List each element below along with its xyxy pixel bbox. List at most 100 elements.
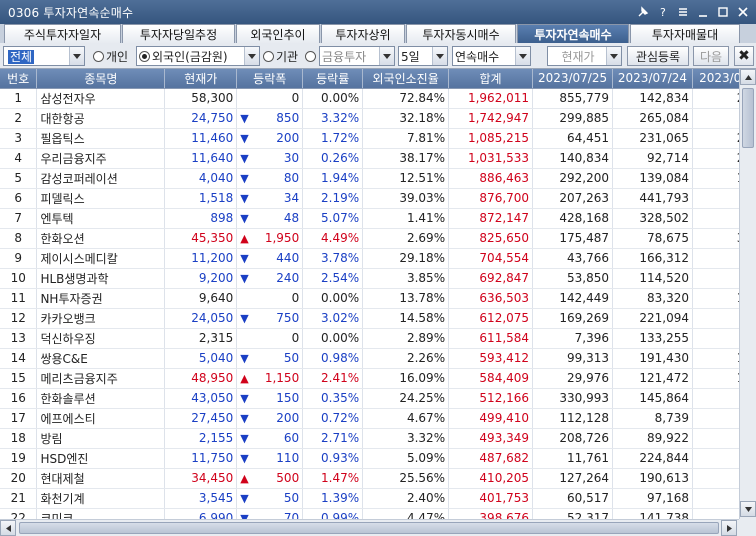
- radio-dot-individual[interactable]: [93, 50, 104, 62]
- inst-type-select[interactable]: 금융투자: [319, 46, 395, 66]
- minimize-icon[interactable]: [694, 3, 712, 21]
- cell-name[interactable]: 방림: [36, 428, 166, 449]
- chevron-down-icon[interactable]: [606, 47, 621, 65]
- col-header-date-1[interactable]: 2023/07/25: [532, 69, 614, 89]
- cell-name[interactable]: 감성코퍼레이션: [36, 168, 166, 189]
- cell-name[interactable]: 필옵틱스: [36, 128, 166, 149]
- table-row[interactable]: 3 필옵틱스 11,460 ▼ 200 1.72% 7.81% 1,085,215 64,451…: [0, 128, 756, 149]
- col-header-exhaust[interactable]: 외국인소진율: [362, 69, 450, 89]
- maximize-icon[interactable]: [714, 3, 732, 21]
- cell-name[interactable]: HLB생명과학: [36, 268, 166, 289]
- scroll-up-button[interactable]: [740, 69, 756, 85]
- table-row[interactable]: 10 HLB생명과학 9,200 ▼ 240 2.54% 3.85% 692,847 53,85…: [0, 268, 756, 289]
- cell-name[interactable]: 제이시스메디칼: [36, 248, 166, 269]
- col-header-rate[interactable]: 등락률: [302, 69, 364, 89]
- table-row[interactable]: 19 HSD엔진 11,750 ▼ 110 0.93% 5.09% 487,682 11,761…: [0, 448, 756, 469]
- tab-investor-daily[interactable]: 주식투자자일자: [4, 24, 121, 43]
- table-row[interactable]: 2 대한항공 24,750 ▼ 850 3.32% 32.18% 1,742,947 299,8…: [0, 108, 756, 129]
- table-row[interactable]: 13 덕신하우징 2,315 0 0.00% 2.89% 611,584 7,396 133,2…: [0, 328, 756, 349]
- table-row[interactable]: 8 한화오션 45,350 ▲ 1,950 4.49% 2.69% 825,650 175,48…: [0, 228, 756, 249]
- horizontal-scrollbar[interactable]: [0, 519, 739, 536]
- cell-name[interactable]: 에프에스티: [36, 408, 166, 429]
- table-row[interactable]: 14 쌍용C&E 5,040 ▼ 50 0.98% 2.26% 593,412 99,313 19…: [0, 348, 756, 369]
- table-row[interactable]: 7 엔투텍 898 ▼ 48 5.07% 1.41% 872,147 428,168 328,50…: [0, 208, 756, 229]
- radio-institution[interactable]: 기관: [263, 46, 298, 66]
- tab-investor-estimate[interactable]: 투자자당일추정: [122, 24, 235, 43]
- vertical-scroll-thumb[interactable]: [742, 88, 754, 148]
- table-row[interactable]: 11 NH투자증권 9,640 0 0.00% 13.78% 636,503 142,449 8…: [0, 288, 756, 309]
- radio-dot-institution[interactable]: [263, 50, 274, 62]
- chevron-down-icon[interactable]: [244, 47, 259, 65]
- cell-name[interactable]: 카카오뱅크: [36, 308, 166, 329]
- market-select[interactable]: 전체: [3, 46, 85, 66]
- cell-name[interactable]: 덕신하우징: [36, 328, 166, 349]
- table-row[interactable]: 12 카카오뱅크 24,050 ▼ 750 3.02% 14.58% 612,075 169,2…: [0, 308, 756, 329]
- tab-investor-supply[interactable]: 투자자매물대: [630, 24, 740, 43]
- cell-name[interactable]: 쌍용C&E: [36, 348, 166, 369]
- table-row[interactable]: 5 감성코퍼레이션 4,040 ▼ 80 1.94% 12.51% 886,463 292,20…: [0, 168, 756, 189]
- radio-dot-foreign[interactable]: [139, 50, 150, 62]
- scroll-down-button[interactable]: [740, 501, 756, 517]
- cell-name[interactable]: 대한항공: [36, 108, 166, 129]
- cell-rate: 4.49%: [302, 228, 364, 249]
- cell-name[interactable]: 한화오션: [36, 228, 166, 249]
- horizontal-scroll-thumb[interactable]: [19, 522, 719, 534]
- table-row[interactable]: 17 에프에스티 27,450 ▼ 200 0.72% 4.67% 499,410 112,12…: [0, 408, 756, 429]
- table-row[interactable]: 20 현대제철 34,450 ▲ 500 1.47% 25.56% 410,205 127,26…: [0, 468, 756, 489]
- table-row[interactable]: 16 한화솔루션 43,050 ▼ 150 0.35% 24.25% 512,166 330,9…: [0, 388, 756, 409]
- mode-select[interactable]: 연속매수: [452, 46, 531, 66]
- chevron-down-icon[interactable]: [379, 47, 394, 65]
- cell-name[interactable]: 현대제철: [36, 468, 166, 489]
- period-select[interactable]: 5일: [398, 46, 448, 66]
- menu-icon[interactable]: [674, 3, 692, 21]
- cell-name[interactable]: 우리금융지주: [36, 148, 166, 169]
- table-row[interactable]: 6 피델릭스 1,518 ▼ 34 2.19% 39.03% 876,700 207,263 44…: [0, 188, 756, 209]
- next-button[interactable]: 다음: [693, 46, 729, 66]
- cell-price: 11,200: [164, 248, 238, 269]
- col-header-date-2[interactable]: 2023/07/24: [612, 69, 693, 89]
- tab-investor-concurrent[interactable]: 투자자동시매수: [406, 24, 516, 43]
- pin-icon[interactable]: [634, 3, 652, 21]
- table-row[interactable]: 21 화천기계 3,545 ▼ 50 1.39% 2.40% 401,753 60,517 97,…: [0, 488, 756, 509]
- tab-foreign-trend[interactable]: 외국인추이: [236, 24, 320, 43]
- tab-investor-consecutive[interactable]: 투자자연속매수: [517, 24, 629, 43]
- chevron-down-icon[interactable]: [69, 47, 84, 65]
- chevron-down-icon[interactable]: [432, 47, 447, 65]
- scroll-left-button[interactable]: [0, 520, 16, 536]
- cell-name[interactable]: 한화솔루션: [36, 388, 166, 409]
- price-sort-select[interactable]: 현재가: [547, 46, 622, 66]
- foreign-select[interactable]: 외국인(금감원): [136, 46, 260, 66]
- radio-individual[interactable]: 개인: [93, 46, 128, 66]
- scroll-right-button[interactable]: [721, 520, 737, 536]
- radio-dot-inst-type[interactable]: [305, 50, 316, 62]
- col-header-sum[interactable]: 합계: [448, 69, 534, 89]
- table-row[interactable]: 15 메리츠금융지주 48,950 ▲ 1,150 2.41% 16.09% 584,409 2…: [0, 368, 756, 389]
- cell-name[interactable]: 피델릭스: [36, 188, 166, 209]
- cell-name[interactable]: 삼성전자우: [36, 88, 166, 109]
- help-icon[interactable]: ?: [654, 3, 672, 21]
- cell-name[interactable]: NH투자증권: [36, 288, 166, 309]
- cell-name[interactable]: HSD엔진: [36, 448, 166, 469]
- table-row[interactable]: 1 삼성전자우 58,300 0 0.00% 72.84% 1,962,011 855,779…: [0, 88, 756, 109]
- cell-sum: 1,031,533: [448, 148, 534, 169]
- close-icon[interactable]: [734, 3, 752, 21]
- cell-price: 24,050: [164, 308, 238, 329]
- cell-date-1: 207,263: [532, 188, 614, 209]
- table-row[interactable]: 9 제이시스메디칼 11,200 ▼ 440 3.78% 29.18% 704,554 43,7…: [0, 248, 756, 269]
- vertical-scrollbar[interactable]: [739, 69, 756, 519]
- chevron-down-icon: [744, 506, 752, 512]
- watchlist-button[interactable]: 관심등록: [627, 46, 689, 66]
- chevron-down-icon[interactable]: [515, 47, 530, 65]
- table-row[interactable]: 18 방림 2,155 ▼ 60 2.71% 3.32% 493,349 208,726 89,9…: [0, 428, 756, 449]
- col-header-price[interactable]: 현재가: [164, 69, 238, 89]
- close-panel-button[interactable]: ✖: [734, 46, 754, 66]
- radio-inst-type[interactable]: [305, 46, 316, 66]
- cell-name[interactable]: 메리츠금융지주: [36, 368, 166, 389]
- table-row[interactable]: 4 우리금융지주 11,640 ▼ 30 0.26% 38.17% 1,031,533 140,…: [0, 148, 756, 169]
- col-header-no[interactable]: 번호: [0, 69, 38, 89]
- cell-name[interactable]: 화천기계: [36, 488, 166, 509]
- col-header-name[interactable]: 종목명: [36, 69, 166, 89]
- col-header-change[interactable]: 등락폭: [236, 69, 304, 89]
- tab-investor-top[interactable]: 투자자상위: [321, 24, 405, 43]
- cell-name[interactable]: 엔투텍: [36, 208, 166, 229]
